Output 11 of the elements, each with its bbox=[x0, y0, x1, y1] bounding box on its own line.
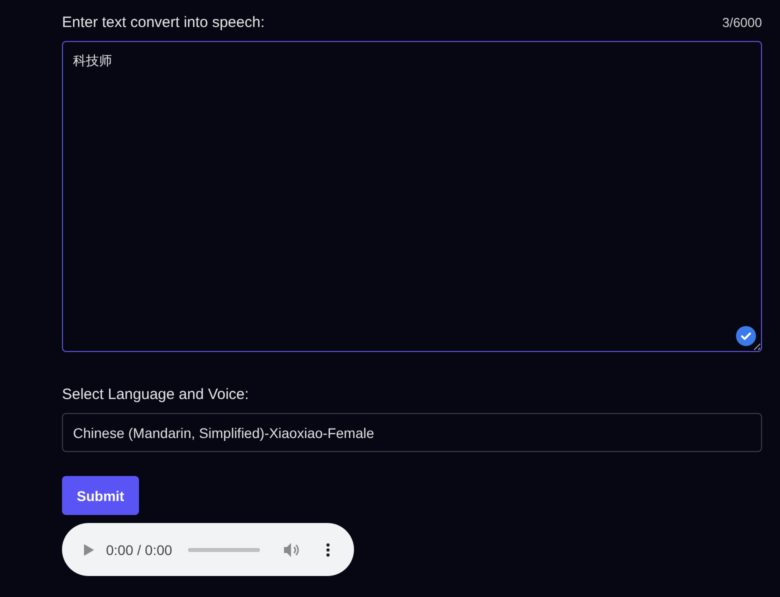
more-icon[interactable] bbox=[326, 542, 330, 556]
character-counter: 3/6000 bbox=[722, 15, 762, 30]
voice-label: Select Language and Voice: bbox=[62, 386, 249, 403]
text-input[interactable]: 科技师 bbox=[62, 41, 762, 352]
play-icon[interactable] bbox=[84, 544, 94, 556]
voice-select[interactable]: Chinese (Mandarin, Simplified)-Xiaoxiao-Female bbox=[62, 413, 762, 452]
audio-time: 0:00 / 0:00 bbox=[106, 542, 172, 558]
volume-icon[interactable] bbox=[284, 542, 300, 556]
text-label: Enter text convert into speech: bbox=[62, 14, 265, 31]
audio-progress-track[interactable] bbox=[188, 548, 260, 552]
submit-button[interactable]: Submit bbox=[62, 476, 139, 515]
